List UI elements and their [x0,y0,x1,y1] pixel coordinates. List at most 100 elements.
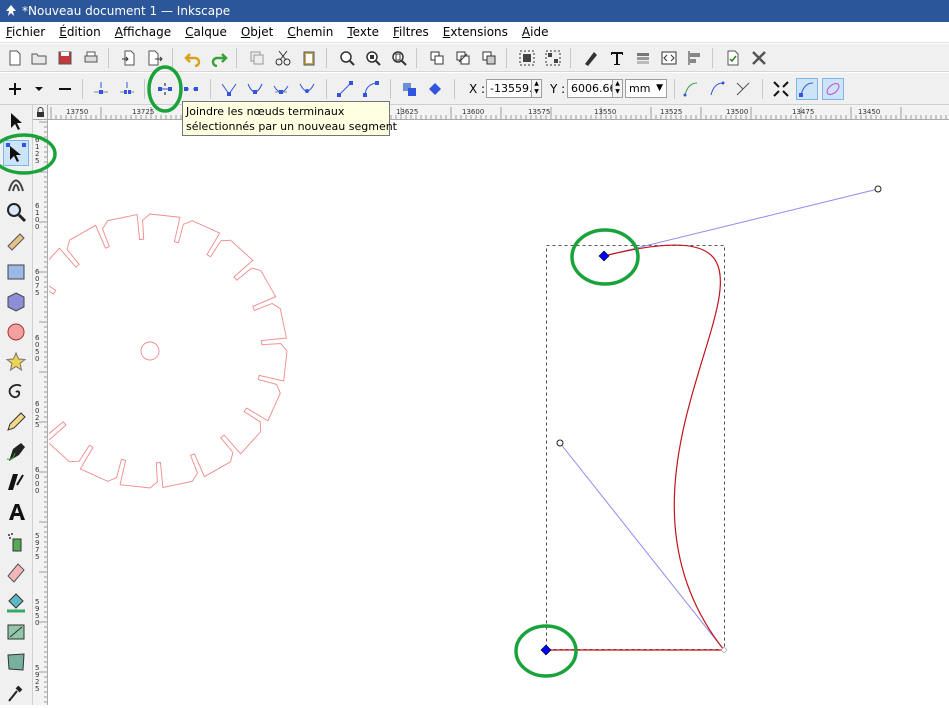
menu-chemin[interactable]: Chemin [287,25,333,39]
gradient-tool-icon[interactable] [3,619,29,645]
box3d-tool-icon[interactable] [3,289,29,315]
insert-node-icon[interactable] [4,78,26,100]
group-icon[interactable] [516,47,538,69]
cut-icon[interactable] [272,47,294,69]
paint-bucket-tool-icon[interactable] [3,589,29,615]
menu-objet[interactable]: Objet [241,25,274,39]
window-title: *Nouveau document 1 — Inkscape [22,4,231,18]
show-bezier-handles-icon[interactable] [796,78,818,100]
join-endnodes-segment-icon[interactable] [154,78,176,100]
import-icon[interactable] [118,47,140,69]
bezier-handle-knob-bottom[interactable] [556,439,564,447]
ruler-label: 5950 [35,598,39,627]
measure-tool-icon[interactable] [3,229,29,255]
node-tool-icon[interactable] [3,140,29,166]
zoom-tool-icon[interactable] [3,199,29,225]
selector-tool-icon[interactable] [3,108,29,134]
star-tool-icon[interactable] [3,349,29,375]
saw-gear-shape [12,213,288,489]
menu-fichier[interactable]: Fichier [6,25,45,39]
make-line-icon[interactable] [334,78,356,100]
x-spin-button[interactable]: ▲ ▼ [531,79,542,98]
end-node-top[interactable] [598,250,610,262]
transform-handles-icon[interactable] [770,78,792,100]
unit-select[interactable]: mm ▼ [625,79,667,98]
save-icon[interactable] [54,47,76,69]
preferences-icon[interactable] [748,47,770,69]
menu-extensions[interactable]: Extensions [443,25,508,39]
delete-node-icon[interactable] [54,78,76,100]
object-to-path-icon[interactable] [398,78,420,100]
text-tool-icon[interactable] [3,499,29,525]
ruler-label: 5975 [35,532,39,561]
ellipse-tool-icon[interactable] [3,319,29,345]
insert-node-dropdown-icon[interactable] [28,78,50,100]
show-clippath-icon[interactable] [732,78,754,100]
align-distribute-icon[interactable] [684,47,706,69]
make-curve-icon[interactable] [360,78,382,100]
lock-guides-icon[interactable] [33,105,48,120]
select-original-icon[interactable] [478,47,500,69]
y-spin-button[interactable]: ▲ ▼ [612,79,623,98]
tooltip: Joindre les nœuds terminaux sélectionnés… [182,101,397,136]
calligraphy-tool-icon[interactable] [3,469,29,495]
paste-icon[interactable] [298,47,320,69]
zoom-drawing-icon[interactable] [362,47,384,69]
menu-affichage[interactable]: Affichage [115,25,171,39]
bezier-handle-knob-top[interactable] [874,185,882,193]
delete-segment-icon[interactable] [180,78,202,100]
show-helper-path-icon[interactable] [706,78,728,100]
pen-tool-icon[interactable] [3,439,29,465]
menu-texte[interactable]: Texte [347,25,379,39]
eraser-tool-icon[interactable] [3,559,29,585]
menu-calque[interactable]: Calque [185,25,227,39]
ungroup-icon[interactable] [542,47,564,69]
new-document-icon[interactable] [4,47,26,69]
spray-tool-icon[interactable] [3,529,29,555]
drawing-canvas[interactable] [12,121,949,705]
end-node-bottom[interactable] [540,644,552,656]
unlink-clone-icon[interactable] [452,47,474,69]
rectangle-tool-icon[interactable] [3,259,29,285]
menu-aide[interactable]: Aide [522,25,549,39]
clone-icon[interactable] [426,47,448,69]
mesh-tool-icon[interactable] [3,649,29,675]
show-handles-icon[interactable] [680,78,702,100]
ruler-corner [33,105,48,120]
ruler-label: 13750 [66,108,88,116]
x-coordinate-input[interactable]: -13559. [486,79,532,98]
zoom-selection-icon[interactable] [336,47,358,69]
xml-editor-icon[interactable] [658,47,680,69]
y-coordinate-input[interactable]: 6006.66 [567,79,613,98]
auto-smooth-node-icon[interactable] [296,78,318,100]
cusp-node-icon[interactable] [218,78,240,100]
tweak-tool-icon[interactable] [3,171,29,197]
zoom-page-icon[interactable] [388,47,410,69]
fill-stroke-icon[interactable] [580,47,602,69]
redo-icon[interactable] [208,47,230,69]
stroke-to-path-icon[interactable] [424,78,446,100]
selected-path[interactable] [546,244,726,651]
text-font-icon[interactable] [606,47,628,69]
symmetric-node-icon[interactable] [270,78,292,100]
spiral-tool-icon[interactable] [3,379,29,405]
document-properties-icon[interactable] [722,47,744,69]
ruler-label: 6050 [35,334,40,363]
break-path-icon[interactable] [116,78,138,100]
smooth-node-icon[interactable] [244,78,266,100]
join-nodes-icon[interactable] [90,78,112,100]
show-path-outline-icon[interactable] [822,78,844,100]
dropper-tool-icon[interactable] [3,679,29,705]
open-folder-icon[interactable] [28,47,50,69]
tooltip-line-2: sélectionnés par un nouveau segment [186,120,397,133]
print-icon[interactable] [80,47,102,69]
undo-icon[interactable] [182,47,204,69]
layers-icon[interactable] [632,47,654,69]
chevron-down-icon: ▼ [656,83,663,93]
menu-filtres[interactable]: Filtres [393,25,429,39]
vertical-ruler[interactable]: 6125 6100 6075 6050 6025 6000 5975 5950 5925 [33,120,48,705]
pencil-tool-icon[interactable] [3,409,29,435]
export-icon[interactable] [144,47,166,69]
menu-edition[interactable]: Édition [59,25,101,39]
duplicate-icon[interactable] [246,47,268,69]
